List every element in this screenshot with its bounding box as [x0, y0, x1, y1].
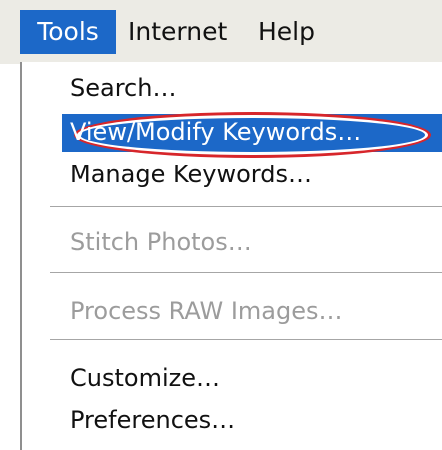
menu-item-stitch-photos: Stitch Photos…: [70, 228, 252, 256]
menu-separator: [50, 339, 442, 341]
menu-item-customize[interactable]: Customize…: [70, 358, 220, 398]
menu-item-search[interactable]: Search…: [70, 68, 176, 108]
menu-item-view-modify-keywords[interactable]: View/Modify Keywords…: [70, 112, 361, 152]
menu-internet[interactable]: Internet: [128, 10, 227, 54]
menu-item-preferences[interactable]: Preferences…: [70, 400, 235, 440]
menu-item-process-raw-images: Process RAW Images…: [70, 297, 343, 325]
tools-dropdown-menu: Search… View/Modify Keywords… Manage Key…: [20, 62, 442, 450]
menu-help[interactable]: Help: [258, 10, 315, 54]
menu-bar: Tools Internet Help: [0, 0, 442, 64]
menu-separator: [50, 206, 442, 208]
menu-separator: [50, 272, 442, 274]
menu-tools[interactable]: Tools: [20, 10, 116, 54]
menu-item-manage-keywords[interactable]: Manage Keywords…: [70, 165, 312, 194]
